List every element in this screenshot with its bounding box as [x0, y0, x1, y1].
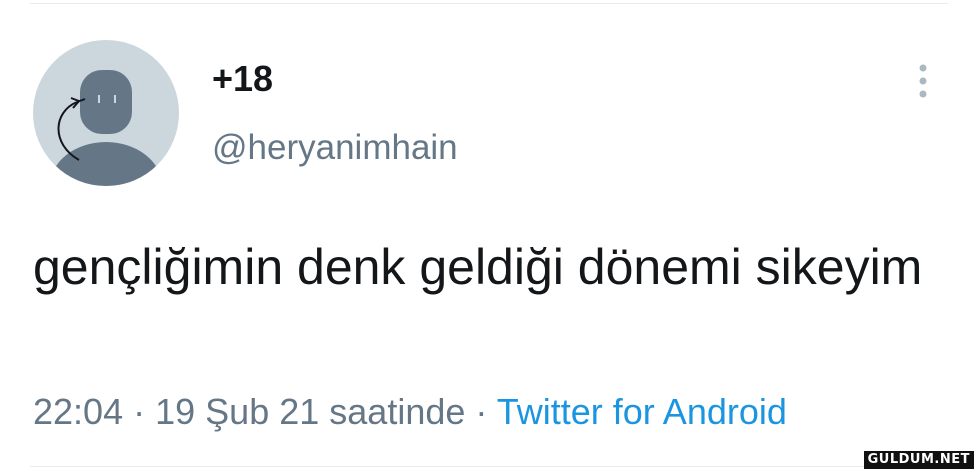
meta-separator: · [133, 391, 146, 432]
more-vertical-icon [919, 64, 927, 98]
bottom-divider [30, 466, 948, 467]
author-display-name[interactable]: +18 [212, 57, 273, 101]
tweet-meta: 22:04 · 19 Şub 21 saatinde · Twitter for… [33, 388, 787, 436]
tweet-text: gençliğimin denk geldiği dönemi sikeyim [33, 239, 923, 295]
meta-separator: · [475, 391, 488, 432]
tweet-date[interactable]: 19 Şub 21 saatinde [155, 391, 465, 432]
tweet-source-link[interactable]: Twitter for Android [497, 391, 787, 432]
avatar[interactable] [33, 40, 179, 186]
tweet-time[interactable]: 22:04 [33, 391, 123, 432]
author-handle[interactable]: @heryanimhain [212, 126, 458, 170]
watermark: GULDUM.NET [863, 451, 974, 469]
more-options-button[interactable] [908, 60, 938, 104]
default-avatar-icon [33, 40, 179, 186]
top-divider [30, 3, 948, 4]
